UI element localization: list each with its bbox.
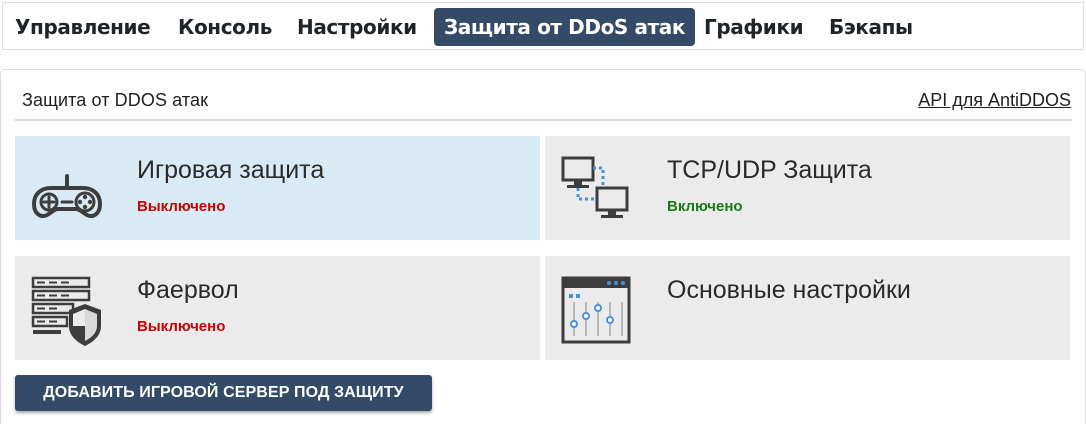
nav-item-graphs[interactable]: Графики <box>704 8 804 46</box>
add-game-server-button[interactable]: ДОБАВИТЬ ИГРОВОЙ СЕРВЕР ПОД ЗАЩИТУ <box>15 375 432 411</box>
nav-item-ddos-protection[interactable]: Защита от DDoS атак <box>434 8 696 46</box>
firewall-shield-icon <box>29 274 105 350</box>
tile-title: TCP/UDP Защита <box>667 156 872 184</box>
status-badge: Выключено <box>137 318 226 335</box>
tile-title: Игровая защита <box>137 156 325 184</box>
nav-item-console[interactable]: Консоль <box>178 8 272 46</box>
tile-title: Фаервол <box>137 276 239 304</box>
tile-tcp-udp-protection[interactable]: TCP/UDP Защита Включено <box>545 136 1070 240</box>
tile-title: Основные настройки <box>667 276 911 304</box>
gamepad-icon <box>29 154 105 230</box>
status-badge: Выключено <box>137 198 226 215</box>
top-nav: Управление Консоль Настройки Защита от D… <box>2 2 1084 50</box>
api-antiddos-link[interactable]: API для AntiDDOS <box>918 90 1071 111</box>
status-badge: Включено <box>667 198 743 215</box>
ddos-panel <box>0 69 1086 424</box>
nav-item-management[interactable]: Управление <box>15 8 151 46</box>
panel-title: Защита от DDOS атак <box>22 90 209 110</box>
panel-divider <box>15 119 1072 121</box>
nav-item-settings[interactable]: Настройки <box>297 8 417 46</box>
tile-firewall[interactable]: Фаервол Выключено <box>15 256 540 360</box>
nav-item-backups[interactable]: Бэкапы <box>829 8 913 46</box>
network-computers-icon <box>559 154 635 230</box>
settings-sliders-icon <box>559 274 635 350</box>
tile-main-settings[interactable]: Основные настройки <box>545 256 1070 360</box>
tile-game-protection[interactable]: Игровая защита Выключено <box>15 136 540 240</box>
